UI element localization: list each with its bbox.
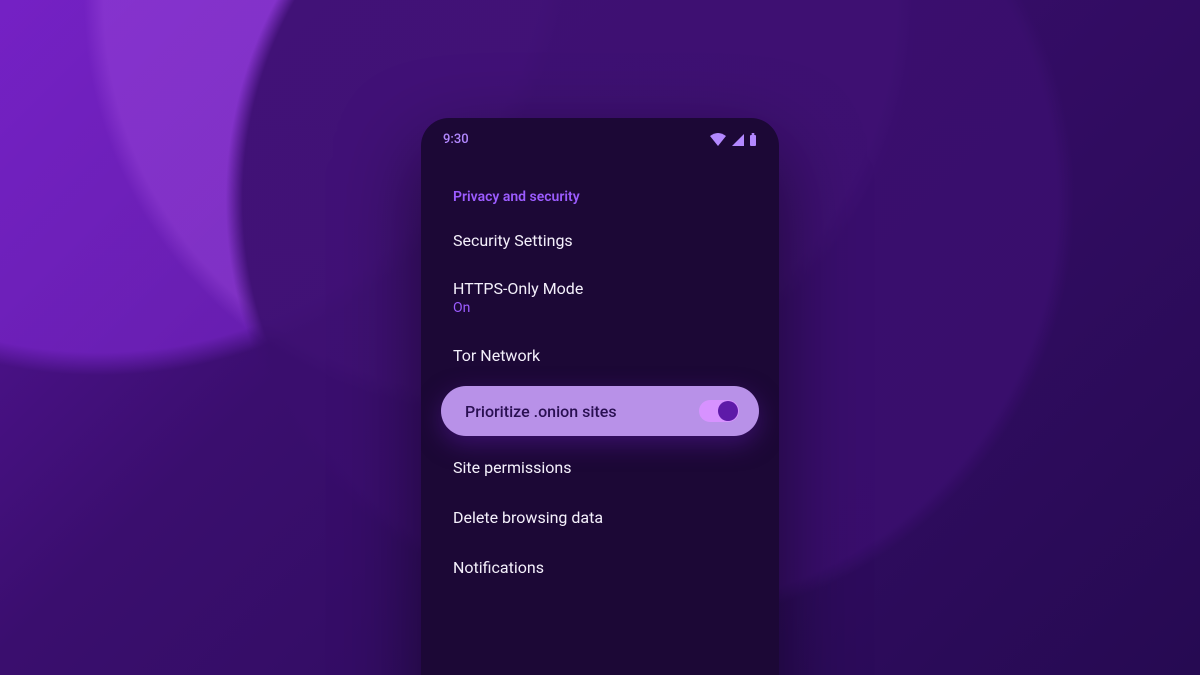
row-security-settings[interactable]: Security Settings bbox=[421, 215, 779, 265]
row-label: Tor Network bbox=[453, 346, 540, 365]
toggle-prioritize-onion[interactable] bbox=[699, 400, 739, 422]
row-label: Notifications bbox=[453, 558, 544, 577]
row-delete-browsing-data[interactable]: Delete browsing data bbox=[421, 492, 779, 542]
row-https-only-mode[interactable]: HTTPS-Only Mode On bbox=[421, 265, 779, 330]
phone-frame: 9:30 Privacy and security Security Setti… bbox=[421, 118, 779, 675]
row-label: Security Settings bbox=[453, 231, 573, 250]
row-tor-network[interactable]: Tor Network bbox=[421, 330, 779, 380]
row-notifications[interactable]: Notifications bbox=[421, 542, 779, 592]
cellular-icon bbox=[731, 133, 745, 147]
row-value: On bbox=[453, 300, 583, 316]
row-label: HTTPS-Only Mode bbox=[453, 279, 583, 298]
toggle-knob bbox=[718, 401, 738, 421]
status-bar: 9:30 bbox=[421, 118, 779, 153]
row-label: Site permissions bbox=[453, 458, 572, 477]
settings-content: Privacy and security Security Settings H… bbox=[421, 153, 779, 592]
battery-icon bbox=[749, 133, 757, 147]
status-time: 9:30 bbox=[443, 132, 469, 147]
section-header-privacy: Privacy and security bbox=[421, 189, 779, 215]
row-site-permissions[interactable]: Site permissions bbox=[421, 442, 779, 492]
status-icons bbox=[709, 133, 757, 147]
row-label: Prioritize .onion sites bbox=[465, 402, 617, 421]
row-label: Delete browsing data bbox=[453, 508, 603, 527]
row-prioritize-onion-sites[interactable]: Prioritize .onion sites bbox=[441, 386, 759, 436]
wifi-icon bbox=[709, 133, 727, 147]
